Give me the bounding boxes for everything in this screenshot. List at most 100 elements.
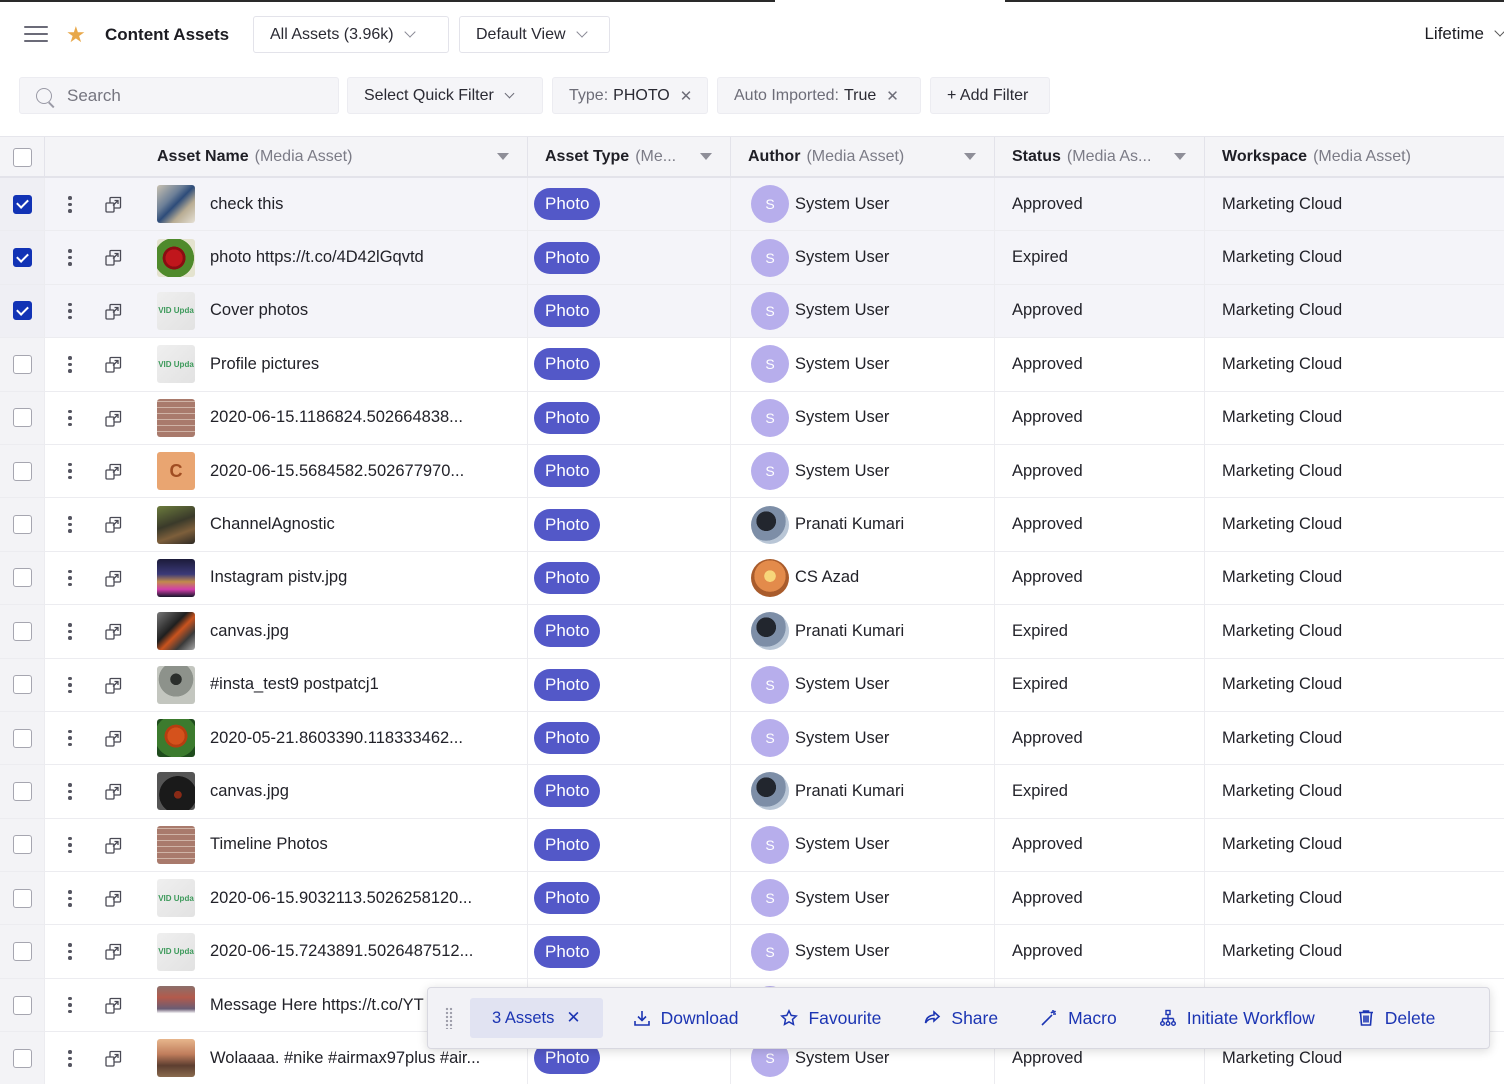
asset-name[interactable]: photo https://t.co/4D42lGqvtd — [210, 248, 424, 267]
filter-chip-auto-imported[interactable]: Auto Imported: True ✕ — [717, 77, 921, 114]
row-checkbox[interactable] — [12, 248, 32, 268]
row-checkbox[interactable] — [12, 675, 32, 695]
row-checkbox[interactable] — [12, 194, 32, 214]
delete-button[interactable]: Delete — [1357, 1008, 1435, 1029]
more-options-icon[interactable] — [67, 569, 73, 588]
more-options-icon[interactable] — [67, 249, 73, 267]
asset-thumbnail[interactable] — [157, 719, 195, 758]
table-row[interactable]: VID Upda Cover photos Photo S System User App… — [0, 284, 1504, 339]
share-button[interactable]: Share — [923, 1008, 998, 1029]
open-detail-icon[interactable] — [105, 783, 122, 800]
sort-caret-icon[interactable] — [497, 153, 509, 160]
row-checkbox[interactable] — [12, 888, 32, 908]
asset-thumbnail[interactable]: VID Upda — [157, 879, 195, 918]
table-row[interactable]: ChannelAgnostic Photo Pranati Kumari Approv… — [0, 498, 1504, 552]
column-header-status[interactable]: Status (Media As... — [995, 137, 1205, 177]
open-detail-icon[interactable] — [105, 463, 122, 480]
open-detail-icon[interactable] — [105, 1050, 122, 1067]
row-checkbox[interactable] — [12, 1048, 32, 1068]
asset-name[interactable]: check this — [210, 195, 283, 214]
more-options-icon[interactable] — [67, 943, 73, 961]
select-all-checkbox[interactable] — [12, 147, 32, 167]
initiate-workflow-button[interactable]: Initiate Workflow — [1159, 1008, 1315, 1029]
table-row[interactable]: canvas.jpg Photo Pranati Kumari Expired Mark… — [0, 605, 1504, 659]
asset-name[interactable]: Wolaaaa. #nike #airmax97plus #air... — [210, 1049, 480, 1068]
more-options-icon[interactable] — [67, 623, 73, 641]
clear-selection-icon[interactable]: ✕ — [566, 1008, 580, 1028]
asset-name-cell[interactable]: C 2020-06-15.5684582.502677970... — [157, 444, 528, 498]
asset-name[interactable]: 2020-06-15.7243891.5026487512... — [210, 942, 473, 961]
search-input[interactable] — [67, 85, 307, 106]
asset-thumbnail[interactable] — [157, 505, 195, 544]
asset-name[interactable]: Instagram pistv.jpg — [210, 568, 347, 587]
row-checkbox[interactable] — [12, 568, 32, 588]
row-checkbox[interactable] — [12, 354, 32, 374]
quick-filter-dropdown[interactable]: Select Quick Filter — [347, 77, 543, 114]
asset-name-cell[interactable]: VID Upda Cover photos — [157, 284, 528, 338]
sort-caret-icon[interactable] — [700, 153, 712, 160]
open-detail-icon[interactable] — [105, 837, 122, 854]
asset-thumbnail[interactable] — [157, 1039, 195, 1078]
sort-caret-icon[interactable] — [964, 153, 976, 160]
row-checkbox[interactable] — [12, 408, 32, 428]
menu-icon[interactable] — [24, 26, 48, 44]
asset-thumbnail[interactable]: VID Upda — [157, 345, 195, 384]
more-options-icon[interactable] — [67, 836, 73, 855]
asset-name[interactable]: ChannelAgnostic — [210, 515, 335, 534]
more-options-icon[interactable] — [67, 1050, 73, 1068]
asset-name-cell[interactable]: canvas.jpg — [157, 765, 528, 818]
open-detail-icon[interactable] — [105, 730, 122, 747]
asset-name-cell[interactable]: VID Upda 2020-06-15.7243891.5026487512... — [157, 925, 528, 978]
more-options-icon[interactable] — [67, 676, 73, 695]
asset-name[interactable]: 2020-06-15.1186824.502664838... — [210, 408, 463, 427]
open-detail-icon[interactable] — [105, 196, 122, 213]
assets-dropdown[interactable]: All Assets (3.96k) — [253, 16, 449, 53]
asset-name-cell[interactable]: Timeline Photos — [157, 818, 528, 872]
close-icon[interactable]: ✕ — [886, 87, 899, 105]
asset-name-cell[interactable]: ChannelAgnostic — [157, 498, 528, 551]
open-detail-icon[interactable] — [105, 249, 122, 267]
asset-thumbnail[interactable] — [157, 238, 195, 277]
selection-chip[interactable]: 3 Assets ✕ — [470, 998, 603, 1038]
table-row[interactable]: 2020-05-21.8603390.118333462... Photo S Sys… — [0, 711, 1504, 766]
open-detail-icon[interactable] — [105, 516, 122, 533]
asset-name-cell[interactable]: #insta_test9 postpatcj1 — [157, 658, 528, 711]
column-header-asset-type[interactable]: Asset Type (Me... — [528, 137, 731, 177]
row-checkbox[interactable] — [12, 781, 32, 801]
asset-thumbnail[interactable] — [157, 825, 195, 864]
asset-thumbnail[interactable]: C — [157, 452, 195, 491]
open-detail-icon[interactable] — [105, 677, 122, 694]
macro-button[interactable]: Macro — [1040, 1008, 1117, 1029]
row-checkbox[interactable] — [12, 835, 32, 855]
asset-name-cell[interactable]: VID Upda 2020-06-15.9032113.5026258120... — [157, 872, 528, 925]
asset-name[interactable]: 2020-06-15.9032113.5026258120... — [210, 889, 472, 908]
row-checkbox[interactable] — [12, 461, 32, 481]
sort-caret-icon[interactable] — [1174, 153, 1186, 160]
more-options-icon[interactable] — [67, 356, 73, 374]
row-checkbox[interactable] — [12, 728, 32, 748]
asset-thumbnail[interactable]: VID Upda — [157, 291, 195, 330]
open-detail-icon[interactable] — [105, 890, 122, 907]
add-filter-button[interactable]: + Add Filter — [930, 77, 1050, 114]
table-row[interactable]: 2020-06-15.1186824.502664838... Photo S Sys… — [0, 391, 1504, 445]
asset-name[interactable]: Cover photos — [210, 301, 308, 320]
asset-thumbnail[interactable]: VID Upda — [157, 932, 195, 971]
asset-name-cell[interactable]: canvas.jpg — [157, 605, 528, 658]
table-row[interactable]: VID Upda 2020-06-15.7243891.5026487512...… — [0, 925, 1504, 979]
more-options-icon[interactable] — [67, 996, 73, 1015]
asset-name[interactable]: 2020-05-21.8603390.118333462... — [210, 729, 463, 748]
asset-name[interactable]: 2020-06-15.5684582.502677970... — [210, 462, 464, 481]
table-row[interactable]: Instagram pistv.jpg Photo CS Azad Approved M… — [0, 551, 1504, 606]
more-options-icon[interactable] — [67, 409, 73, 428]
asset-thumbnail[interactable] — [157, 185, 195, 224]
asset-thumbnail[interactable] — [157, 665, 195, 704]
asset-thumbnail[interactable] — [157, 558, 195, 597]
open-detail-icon[interactable] — [105, 410, 122, 427]
asset-thumbnail[interactable] — [157, 612, 195, 651]
more-options-icon[interactable] — [67, 196, 73, 214]
asset-name[interactable]: Message Here https://t.co/YT — [210, 996, 424, 1015]
row-checkbox[interactable] — [12, 515, 32, 535]
column-header-author[interactable]: Author (Media Asset) — [731, 137, 995, 177]
asset-thumbnail[interactable] — [157, 772, 195, 811]
asset-name[interactable]: Timeline Photos — [210, 835, 328, 854]
